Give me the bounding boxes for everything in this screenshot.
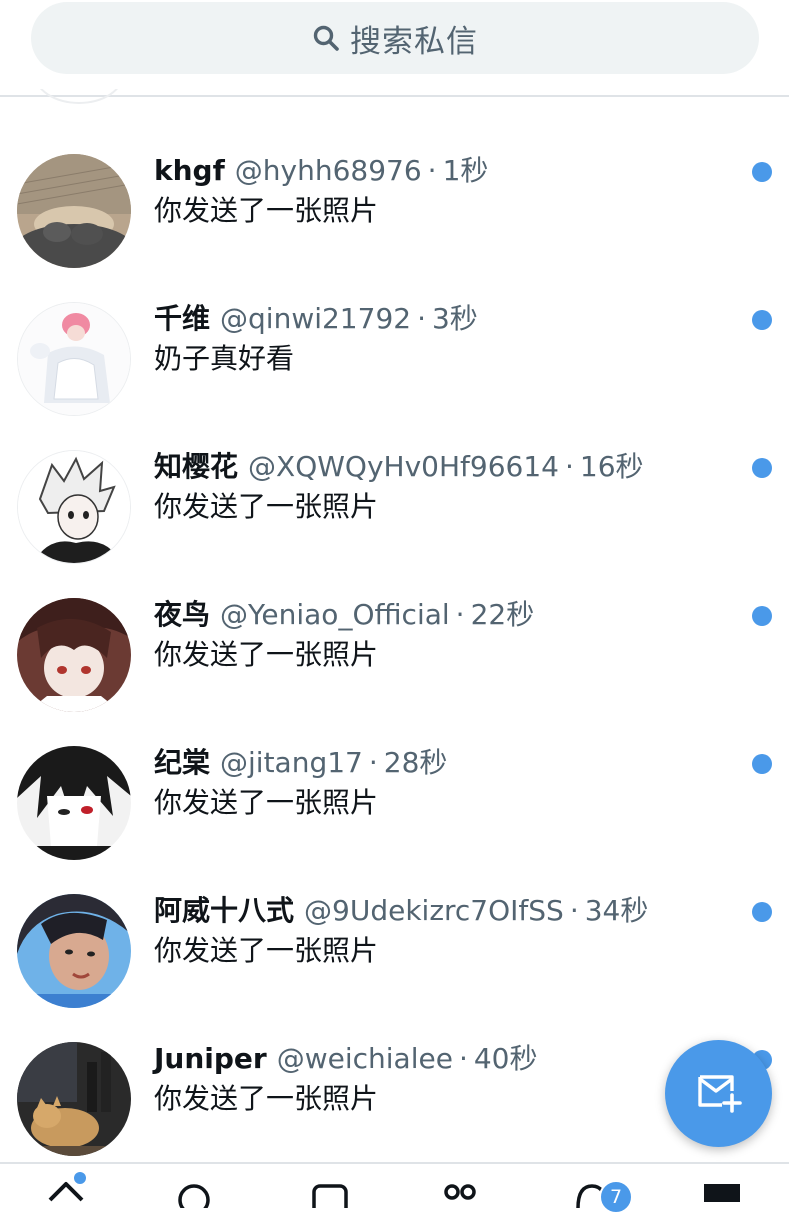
conversation-header: 知樱花 @XQWQyHv0Hf96614 · 16秒 [154, 450, 644, 484]
display-name: 阿威十八式 [154, 894, 295, 927]
display-name: 夜鸟 [154, 598, 211, 631]
new-message-button[interactable] [665, 1040, 772, 1147]
avatar[interactable] [17, 302, 131, 416]
display-name: 知樱花 [154, 450, 239, 483]
communities-icon[interactable] [440, 1178, 480, 1208]
conversation-header: 千维 @qinwi21792 · 3秒 [154, 302, 478, 336]
timestamp: 1秒 [442, 154, 489, 187]
conversation-header: Juniper @weichialee · 40秒 [154, 1042, 538, 1076]
search-input[interactable]: 搜索私信 [31, 2, 759, 74]
conversation-header: khgf @hyhh68976 · 1秒 [154, 154, 488, 188]
message-preview: 你发送了一张照片 [154, 786, 379, 819]
separator: · [427, 154, 437, 187]
user-handle: @jitang17 [220, 746, 363, 779]
user-handle: @weichialee [276, 1042, 453, 1075]
message-preview: 你发送了一张照片 [154, 490, 379, 523]
message-preview: 奶子真好看 [154, 342, 295, 375]
avatar[interactable] [17, 746, 131, 860]
user-handle: @9Udekizrc7OIfSS [304, 894, 564, 927]
display-name: 千维 [154, 302, 211, 335]
display-name: Juniper [154, 1042, 267, 1075]
separator: · [368, 746, 378, 779]
separator: · [417, 302, 426, 335]
search-icon [312, 24, 340, 52]
message-preview: 你发送了一张照片 [154, 194, 379, 227]
conversation-item[interactable]: 阿威十八式 @9Udekizrc7OIfSS · 34秒 你发送了一张照片 [0, 894, 789, 1042]
unread-indicator [752, 162, 772, 182]
conversation-header: 阿威十八式 @9Udekizrc7OIfSS · 34秒 [154, 894, 648, 928]
avatar[interactable] [17, 450, 131, 564]
separator: · [455, 598, 465, 631]
timestamp: 40秒 [473, 1042, 538, 1075]
conversation-item[interactable]: 纪棠 @jitang17 · 28秒 你发送了一张照片 [0, 746, 789, 894]
timestamp: 34秒 [584, 894, 649, 927]
new-message-icon [696, 1071, 742, 1117]
display-name: 纪棠 [154, 746, 211, 779]
timestamp: 3秒 [431, 302, 478, 335]
search-header: 搜索私信 [0, 0, 789, 104]
separator: · [564, 450, 574, 483]
spaces-icon[interactable] [310, 1178, 350, 1208]
separator: · [458, 1042, 468, 1075]
message-preview: 你发送了一张照片 [154, 1082, 379, 1115]
avatar[interactable] [17, 154, 131, 268]
unread-indicator [752, 310, 772, 330]
unread-indicator [752, 902, 772, 922]
user-handle: @Yeniao_Official [220, 598, 450, 631]
messages-icon[interactable] [702, 1182, 742, 1202]
notifications-badge: 7 [599, 1180, 633, 1214]
unread-indicator [752, 458, 772, 478]
user-handle: @hyhh68976 [234, 154, 422, 187]
conversation-header: 夜鸟 @Yeniao_Official · 22秒 [154, 598, 534, 632]
search-icon[interactable] [176, 1178, 216, 1208]
message-preview: 你发送了一张照片 [154, 934, 379, 967]
message-preview: 你发送了一张照片 [154, 638, 379, 671]
timestamp: 16秒 [579, 450, 644, 483]
conversation-item[interactable]: 千维 @qinwi21792 · 3秒 奶子真好看 [0, 302, 789, 450]
search-placeholder: 搜索私信 [350, 23, 478, 60]
conversation-item[interactable]: 知樱花 @XQWQyHv0Hf96614 · 16秒 你发送了一张照片 [0, 450, 789, 598]
conversation-header: 纪棠 @jitang17 · 28秒 [154, 746, 447, 780]
home-unread-dot [74, 1172, 86, 1184]
conversation-item[interactable]: 夜鸟 @Yeniao_Official · 22秒 你发送了一张照片 [0, 598, 789, 746]
separator: · [569, 894, 579, 927]
display-name: khgf [154, 154, 225, 187]
timestamp: 22秒 [470, 598, 535, 631]
unread-indicator [752, 754, 772, 774]
unread-indicator [752, 606, 772, 626]
user-handle: @XQWQyHv0Hf96614 [248, 450, 559, 483]
avatar[interactable] [17, 1042, 131, 1156]
avatar[interactable] [17, 894, 131, 1008]
bottom-nav [0, 1162, 789, 1208]
user-handle: @qinwi21792 [220, 302, 412, 335]
avatar[interactable] [17, 598, 131, 712]
timestamp: 28秒 [383, 746, 448, 779]
conversation-item[interactable]: khgf @hyhh68976 · 1秒 你发送了一张照片 [0, 154, 789, 302]
